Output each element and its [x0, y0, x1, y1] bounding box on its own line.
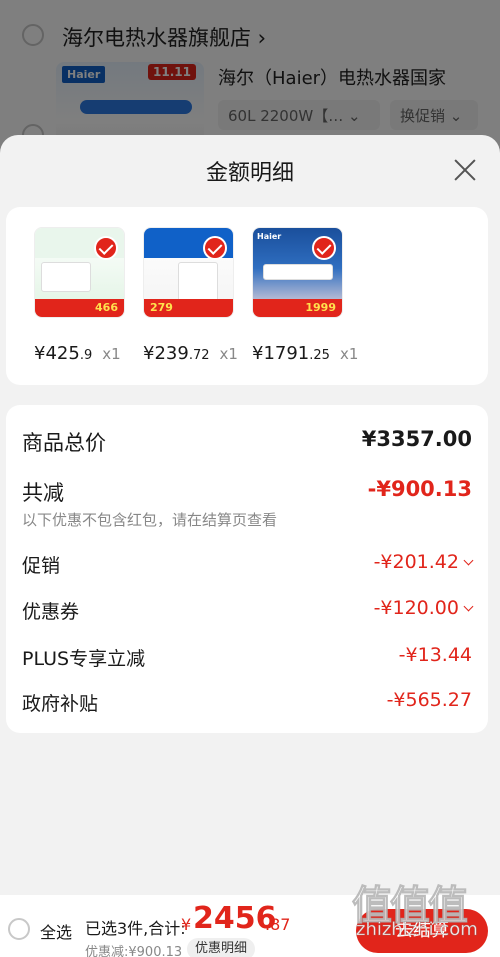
item-quantity: x1 — [219, 345, 238, 363]
product-image: 279 — [143, 227, 234, 318]
haier-logo: Haier — [257, 232, 282, 241]
price-badge: 466 — [35, 299, 124, 317]
item-price: ¥239.72 x1 — [143, 343, 238, 364]
coupon-value: -¥120.00 — [374, 597, 474, 619]
plus-value: -¥13.44 — [398, 644, 472, 666]
total-price-value: ¥3357.00 — [361, 427, 472, 451]
item-quantity: x1 — [102, 345, 121, 363]
select-all-label[interactable]: 全选 — [40, 919, 72, 943]
discount-detail-button[interactable]: 优惠明细 — [187, 938, 256, 957]
total-amount: 2456 — [193, 901, 277, 936]
item-price: ¥425.9 x1 — [34, 343, 121, 364]
checkout-bar: 全选 已选3件,合计: ¥ 2456 .87 优惠减:¥900.13 优惠明细 … — [0, 895, 500, 957]
total-amount-decimal: .87 — [265, 915, 291, 934]
item-quantity: x1 — [339, 345, 359, 363]
checked-icon — [312, 236, 336, 260]
amount-detail-sheet: 金额明细 466 ¥425.9x1 279 ¥239.72x1 Haier — [0, 135, 500, 957]
product-image: Haier 1999 — [252, 227, 343, 318]
close-icon[interactable] — [450, 155, 480, 185]
list-item[interactable]: 279 ¥239.72 x1 — [143, 227, 263, 364]
checked-icon — [203, 236, 227, 260]
list-item[interactable]: Haier 1999 ¥1791.25 x1 — [252, 227, 372, 364]
subsidy-value: -¥565.27 — [386, 689, 472, 711]
product-image: 466 — [34, 227, 125, 318]
chevron-down-icon — [463, 555, 474, 566]
selected-count-text: 已选3件,合计: — [85, 919, 186, 938]
sheet-title: 金额明细 — [205, 161, 294, 186]
total-reduce-value: -¥900.13 — [367, 477, 472, 501]
chevron-down-icon — [463, 601, 474, 612]
plus-label: PLUS专享立减 — [22, 648, 146, 670]
price-badge: 279 — [144, 299, 233, 317]
reduce-note: 以下优惠不包含红包，请在结算页查看 — [22, 511, 278, 529]
promo-label: 促销 — [22, 555, 61, 577]
discount-summary: 优惠减:¥900.13 — [85, 945, 183, 957]
price-summary-card: 商品总价 ¥3357.00 共减 -¥900.13 以下优惠不包含红包，请在结算… — [6, 405, 488, 733]
total-reduce-label: 共减 — [22, 481, 64, 505]
item-price: ¥1791.25 x1 — [252, 343, 359, 364]
checked-icon — [94, 236, 118, 260]
coupon-label: 优惠券 — [22, 601, 80, 623]
selected-items-card: 466 ¥425.9 x1 279 ¥239.72 x1 Haier 1999 ¥1… — [6, 207, 488, 385]
select-all-radio[interactable] — [8, 918, 30, 940]
checkout-button[interactable]: 去结算 — [356, 909, 488, 953]
total-price-label: 商品总价 — [22, 431, 106, 455]
total-currency: ¥ — [181, 915, 192, 934]
price-badge: 1999 — [253, 299, 342, 317]
list-item[interactable]: 466 ¥425.9 x1 — [34, 227, 154, 364]
subsidy-label: 政府补贴 — [22, 693, 99, 715]
promo-value: -¥201.42 — [374, 551, 474, 573]
